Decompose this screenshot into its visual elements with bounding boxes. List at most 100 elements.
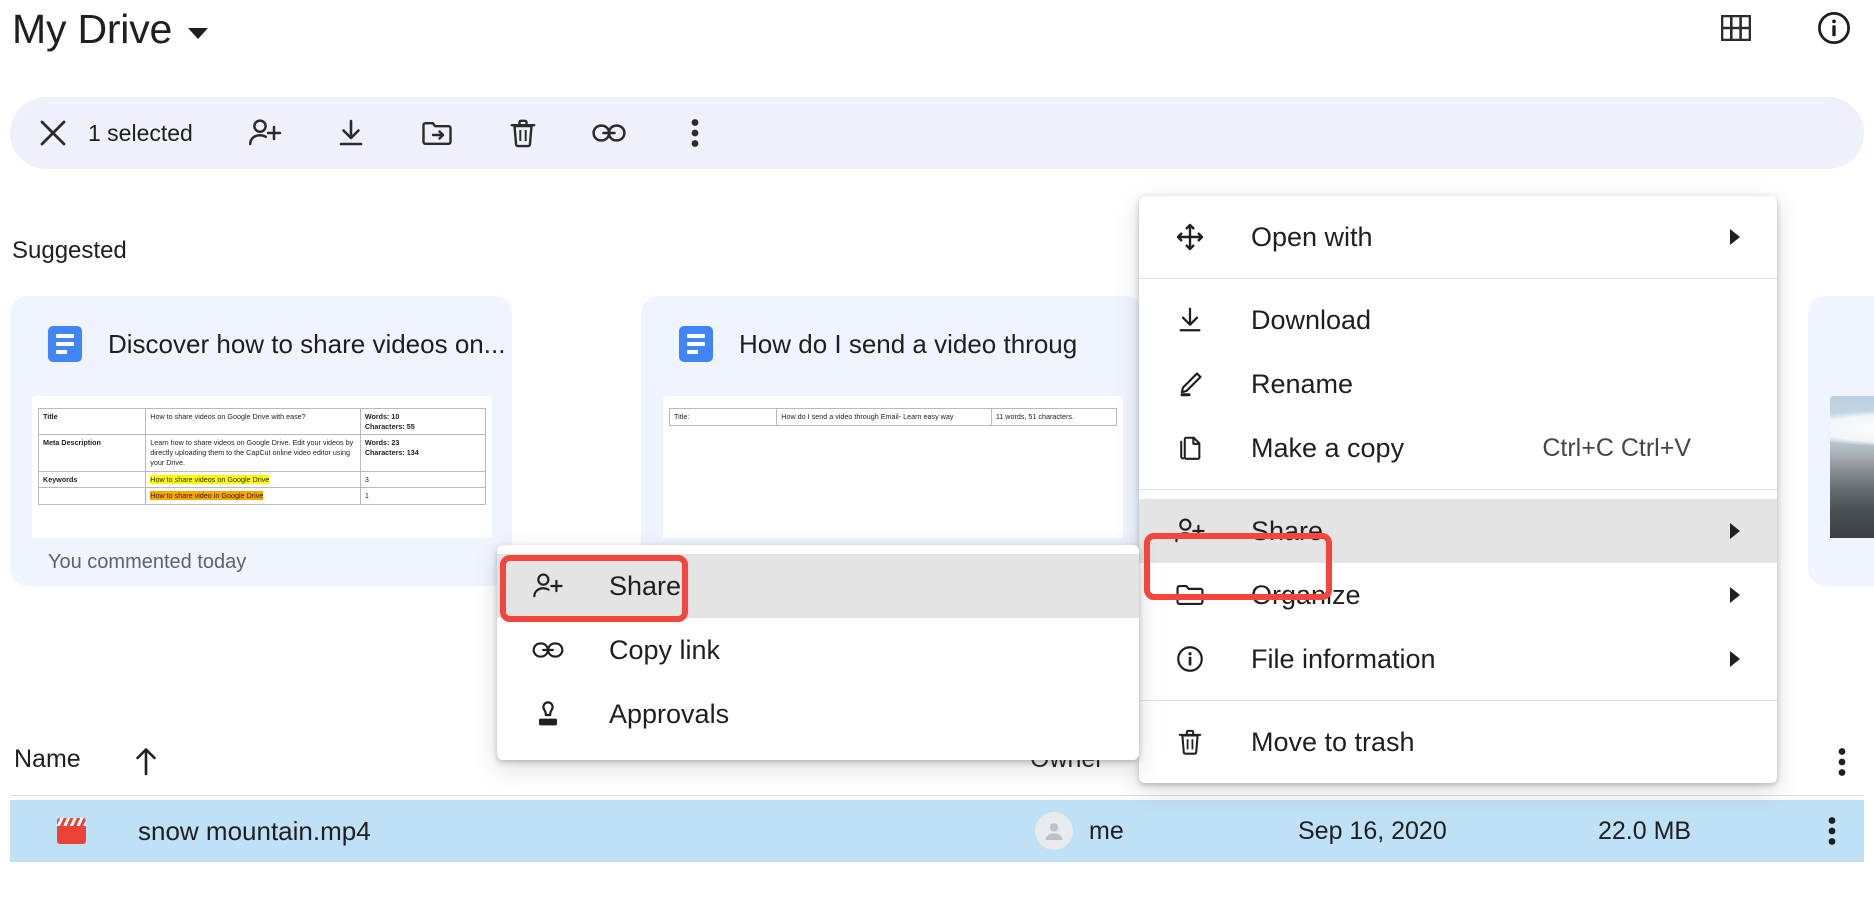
- context-menu-label: Download: [1251, 305, 1371, 336]
- chevron-right-icon: [1729, 586, 1741, 604]
- thumb-cell-label: Title: [39, 409, 146, 435]
- thumb-cell-content: How to share videos on Google Drive with…: [146, 409, 361, 435]
- context-menu-label: Open with: [1251, 222, 1373, 253]
- suggested-card-title: How do I send a video throug: [739, 329, 1077, 360]
- folder-icon: [1173, 582, 1207, 608]
- context-menu-item-move-to-trash[interactable]: Move to trash: [1139, 710, 1777, 774]
- link-icon[interactable]: [587, 111, 631, 155]
- thumb-cell-content: Learn how to share videos on Google Driv…: [146, 435, 361, 471]
- arrow-up-icon[interactable]: [133, 745, 159, 777]
- chevron-right-icon: [1729, 650, 1741, 668]
- suggested-card-thumbnail: [1830, 396, 1874, 538]
- chevron-right-icon: [1729, 228, 1741, 246]
- thumb-cell-counts: 3: [360, 471, 485, 488]
- submenu-label: Approvals: [609, 699, 729, 730]
- table-row: Meta Description Learn how to share vide…: [39, 435, 486, 471]
- thumb-cell-counts: 1: [360, 488, 485, 505]
- avatar: [1035, 812, 1073, 850]
- thumb-cell-counts: Words: 10 Characters: 55: [360, 409, 485, 435]
- more-vertical-icon[interactable]: [1828, 816, 1836, 846]
- context-menu-item-make-a-copy[interactable]: Make a copy Ctrl+C Ctrl+V: [1139, 416, 1777, 480]
- thumb-cell-counts: Words: 23 Characters: 134: [360, 435, 485, 471]
- context-menu-label: File information: [1251, 644, 1436, 675]
- context-menu-item-share[interactable]: Share: [1139, 499, 1777, 563]
- context-menu-item-download[interactable]: Download: [1139, 288, 1777, 352]
- drive-title-dropdown[interactable]: My Drive: [12, 6, 208, 53]
- trash-icon[interactable]: [501, 111, 545, 155]
- table-row: Title How to share videos on Google Driv…: [39, 409, 486, 435]
- person-add-icon: [531, 572, 565, 600]
- open-with-icon: [1173, 222, 1207, 252]
- file-name-label: snow mountain.mp4: [138, 816, 371, 847]
- suggested-card-footer: You commented today: [10, 538, 512, 586]
- context-menu-item-file-information[interactable]: File information: [1139, 627, 1777, 691]
- table-row: How to share video in Google Drive 1: [39, 488, 486, 505]
- context-menu-shortcut: Ctrl+C Ctrl+V: [1542, 434, 1691, 463]
- download-icon[interactable]: [329, 111, 373, 155]
- suggested-card-thumbnail: Title How to share videos on Google Driv…: [32, 396, 492, 538]
- share-submenu: Share Copy link Approvals: [497, 545, 1139, 760]
- more-vertical-icon[interactable]: [1838, 747, 1846, 777]
- video-file-icon: [57, 818, 86, 844]
- person-add-icon: [1173, 517, 1207, 545]
- context-menu-item-rename[interactable]: Rename: [1139, 352, 1777, 416]
- thumb-words: Words: 23: [365, 438, 400, 447]
- pencil-icon: [1173, 370, 1207, 398]
- suggested-section-label: Suggested: [12, 237, 127, 265]
- app-header: My Drive: [0, 0, 1874, 78]
- info-circle-icon: [1173, 645, 1207, 673]
- thumb-cell-label: Meta Description: [39, 435, 146, 471]
- thumb-cell-label: Keywords: [39, 471, 146, 488]
- trash-icon: [1173, 728, 1207, 756]
- info-circle-icon[interactable]: [1814, 8, 1854, 48]
- chevron-down-icon[interactable]: [188, 28, 208, 39]
- highlighted-keyword: How to share video in Google Drive: [150, 491, 263, 500]
- more-vertical-icon[interactable]: [673, 111, 717, 155]
- context-menu-item-open-with[interactable]: Open with: [1139, 205, 1777, 269]
- context-menu-label: Move to trash: [1251, 727, 1415, 758]
- context-menu-label: Make a copy: [1251, 433, 1404, 464]
- header-actions: [1716, 8, 1854, 48]
- list-divider: [10, 795, 1864, 796]
- suggested-card[interactable]: How do I send a video throug Title: How …: [641, 296, 1143, 586]
- grid-view-icon[interactable]: [1716, 8, 1756, 48]
- table-row: Title: How do I send a video through Ema…: [670, 409, 1117, 426]
- thumbnail-table: Title: How do I send a video through Ema…: [669, 408, 1117, 426]
- context-menu-label: Share: [1251, 516, 1323, 547]
- table-row: Keywords How to share videos on Google D…: [39, 471, 486, 488]
- context-menu-label: Organize: [1251, 580, 1361, 611]
- suggested-card[interactable]: Discover how to share videos on... Title…: [10, 296, 512, 586]
- column-header-name[interactable]: Name: [14, 745, 81, 774]
- suggested-card-header: Discover how to share videos on...: [10, 296, 512, 370]
- selection-count-label: 1 selected: [88, 120, 193, 147]
- thumb-cell-label: [39, 488, 146, 505]
- selection-toolbar: 1 selected: [10, 97, 1864, 169]
- google-docs-icon: [679, 326, 713, 362]
- thumb-chars: Characters: 134: [365, 448, 419, 457]
- suggested-card-title: Discover how to share videos on...: [108, 329, 505, 360]
- thumbnail-table: Title How to share videos on Google Driv…: [38, 408, 486, 505]
- folder-move-icon[interactable]: [415, 111, 459, 155]
- highlighted-keyword: How to share videos on Google Drive: [150, 475, 269, 484]
- close-icon[interactable]: [32, 112, 74, 154]
- menu-separator: [1139, 278, 1777, 279]
- suggested-card-thumbnail: Title: How do I send a video through Ema…: [663, 396, 1123, 538]
- submenu-item-share[interactable]: Share: [497, 554, 1139, 618]
- context-menu-item-organize[interactable]: Organize: [1139, 563, 1777, 627]
- page-title: My Drive: [12, 6, 172, 53]
- submenu-item-approvals[interactable]: Approvals: [497, 682, 1139, 746]
- share-add-person-icon[interactable]: [243, 111, 287, 155]
- google-docs-icon: [48, 326, 82, 362]
- copy-icon: [1173, 434, 1207, 462]
- context-menu: Open with Download Rename: [1139, 196, 1777, 783]
- owner-name-label: me: [1089, 817, 1124, 846]
- thumb-words: Words: 10: [365, 412, 400, 421]
- suggested-card-header: How do I send a video throug: [641, 296, 1143, 370]
- suggested-card[interactable]: [1808, 296, 1874, 586]
- submenu-item-copy-link[interactable]: Copy link: [497, 618, 1139, 682]
- link-icon: [531, 639, 565, 661]
- table-row[interactable]: snow mountain.mp4 me Sep 16, 2020 22.0 M…: [10, 800, 1864, 862]
- context-menu-label: Rename: [1251, 369, 1353, 400]
- menu-separator: [1139, 489, 1777, 490]
- thumb-cell-content: How to share video in Google Drive: [146, 488, 361, 505]
